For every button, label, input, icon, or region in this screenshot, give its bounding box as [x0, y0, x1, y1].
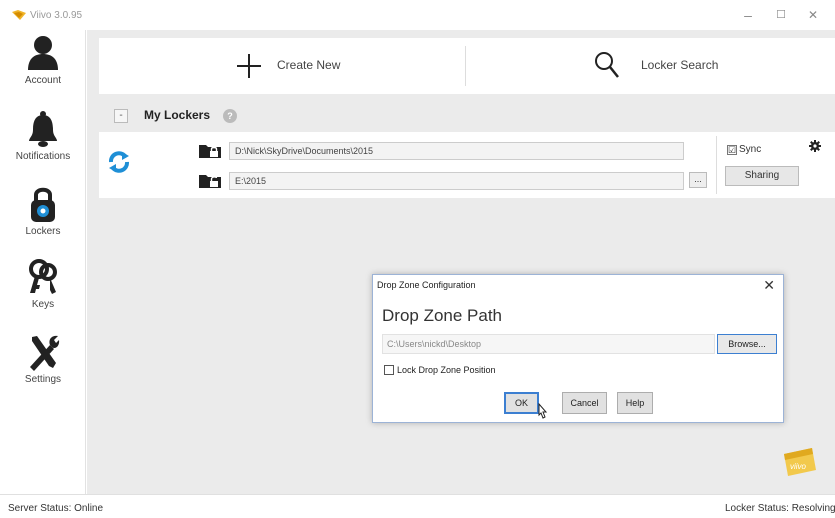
viivo-logo-icon	[12, 10, 26, 23]
person-icon	[28, 36, 58, 70]
dialog-heading: Drop Zone Path	[382, 306, 503, 325]
browse-dots-button[interactable]: ...	[689, 172, 707, 188]
browse-button[interactable]: Browse...	[717, 334, 777, 354]
viivo-badge-text: viivo	[790, 462, 807, 471]
app-title: Viivo 3.0.95	[30, 10, 83, 21]
maximize-button[interactable]: ☐	[766, 4, 796, 26]
my-lockers-title: My Lockers	[144, 108, 211, 122]
sidebar-item-keys[interactable]: Keys	[0, 258, 86, 328]
row-divider	[716, 136, 717, 194]
locker-search-button[interactable]: Locker Search	[589, 38, 749, 94]
locked-folder-icon[interactable]	[199, 142, 221, 161]
main-content: Create New Locker Search - My Lockers ?	[87, 30, 835, 494]
sync-icon[interactable]	[107, 150, 131, 177]
tools-icon	[30, 335, 60, 371]
close-window-button[interactable]: ✕	[798, 4, 828, 26]
sidebar-item-account[interactable]: Account	[0, 34, 86, 104]
sidebar-item-label: Lockers	[25, 226, 61, 237]
sidebar-item-settings[interactable]: Settings	[0, 333, 86, 403]
create-new-button[interactable]: Create New	[229, 38, 369, 94]
dialog-title: Drop Zone Configuration	[377, 280, 476, 290]
cancel-button[interactable]: Cancel	[562, 392, 607, 414]
ok-button[interactable]: OK	[504, 392, 539, 414]
title-bar: Viivo 3.0.95 – ☐ ✕	[0, 0, 835, 30]
sync-checkbox-box: ☑	[727, 145, 737, 155]
sidebar-item-label: Settings	[24, 374, 62, 385]
padlock-icon	[31, 187, 55, 222]
locker-status: Locker Status: Resolving	[725, 503, 835, 514]
lock-drop-zone-checkbox[interactable]: Lock Drop Zone Position	[384, 365, 496, 375]
status-bar: Server Status: Online Locker Status: Res…	[0, 494, 835, 518]
toolbar: Create New Locker Search	[99, 38, 835, 94]
drop-zone-dialog: Drop Zone Configuration ✕ Drop Zone Path…	[372, 274, 784, 423]
help-icon[interactable]: ?	[223, 109, 237, 123]
mouse-cursor-icon	[536, 402, 548, 424]
locker-row: D:\Nick\SkyDrive\Documents\2015 E:\2015 …	[99, 132, 835, 198]
sidebar-item-label: Keys	[31, 299, 55, 310]
lock-checkbox-box	[384, 365, 394, 375]
sync-label: Sync	[739, 144, 762, 155]
sidebar-item-lockers[interactable]: Lockers	[0, 185, 86, 255]
dialog-close-button[interactable]: ✕	[763, 277, 775, 294]
toolbar-divider	[465, 46, 466, 86]
create-new-label: Create New	[277, 58, 341, 72]
server-status: Server Status: Online	[8, 503, 104, 514]
unlocked-folder-icon[interactable]	[199, 172, 221, 191]
sidebar-item-label: Account	[24, 75, 62, 86]
sidebar-item-label: Notifications	[15, 151, 71, 162]
lock-drop-zone-label: Lock Drop Zone Position	[397, 365, 496, 375]
keys-icon	[29, 259, 57, 294]
plus-icon	[237, 54, 261, 78]
sidebar: Account Notifications Lockers Keys Setti…	[0, 30, 86, 494]
collapse-button[interactable]: -	[114, 109, 128, 123]
viivo-badge-icon: viivo	[782, 446, 818, 479]
gear-icon[interactable]	[809, 140, 821, 155]
source-path-field[interactable]: D:\Nick\SkyDrive\Documents\2015	[229, 142, 684, 160]
help-button[interactable]: Help	[617, 392, 653, 414]
sidebar-item-notifications[interactable]: Notifications	[0, 110, 86, 180]
sharing-button[interactable]: Sharing	[725, 166, 799, 186]
locker-search-label: Locker Search	[641, 58, 719, 72]
search-icon	[595, 52, 619, 78]
bell-icon	[29, 111, 57, 147]
drop-zone-path-field[interactable]: C:\Users\nickd\Desktop	[382, 334, 715, 354]
sync-checkbox[interactable]: ☑ Sync	[727, 144, 761, 155]
target-path-field[interactable]: E:\2015	[229, 172, 684, 190]
minimize-button[interactable]: –	[733, 4, 763, 26]
